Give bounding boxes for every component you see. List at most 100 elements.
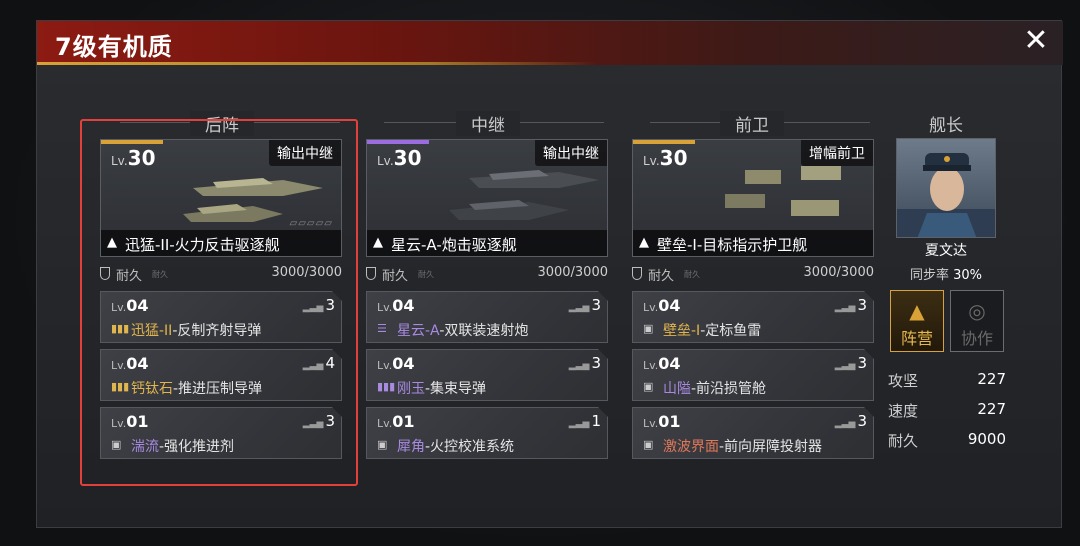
durability-value: 3000/3000 <box>803 265 874 280</box>
missile-icon: ▮▮▮ <box>111 380 130 393</box>
equip-name: 湍流-强化推进剂 <box>131 439 235 455</box>
durability-sub: 耐久 <box>418 270 434 279</box>
rank-bars-icon: ▂▃▅ <box>834 303 856 313</box>
ship-level: Lv.30 <box>643 146 688 170</box>
durability-row: 耐久 耐久 3000/3000 <box>632 265 874 284</box>
equipment-slot[interactable]: Lv.04 ▂▃▅ 3 ▣ 山隘-前沿损管舱 <box>632 349 874 401</box>
ship-name-bar: ▲ 壁垒-I-目标指示护卫舰 <box>633 230 873 256</box>
module-icon: ▣ <box>111 438 122 451</box>
rank-bars-icon: ▂▃▅ <box>834 419 856 429</box>
module-icon: ▣ <box>643 438 654 451</box>
equip-level: Lv.01 <box>377 412 415 431</box>
equip-rank: ▂▃▅ 4 <box>302 354 335 372</box>
rarity-stripe <box>367 140 429 144</box>
captain-name: 夏文达 <box>925 243 967 259</box>
equip-level: Lv.04 <box>377 354 415 373</box>
equip-name: 壁垒-I-定标鱼雷 <box>663 323 762 339</box>
durability-sub: 耐久 <box>152 270 168 279</box>
equip-level: Lv.04 <box>643 354 681 373</box>
ship-pips: ▱▱▱▱▱ <box>289 218 333 229</box>
equip-name: 犀角-火控校准系统 <box>397 439 515 455</box>
ship-class-icon: ▲ <box>373 235 383 250</box>
stat-row: 速度 227 <box>888 400 1006 420</box>
ship-art <box>449 170 599 220</box>
durability-label: 耐久 <box>648 269 675 284</box>
equip-name: 星云-A-双联装速射炮 <box>397 323 529 339</box>
ship-card-vanguard[interactable]: Lv.30 增幅前卫 ▲ 壁垒-I-目标指示护卫舰 <box>632 139 874 257</box>
faction-icon: ▲ <box>909 299 925 323</box>
page-title: 7级有机质 <box>55 33 173 61</box>
missile-icon: ▮▮▮ <box>377 380 396 393</box>
close-icon[interactable]: ✕ <box>1021 26 1051 57</box>
rank-bars-icon: ▂▃▅ <box>302 303 324 313</box>
durability-row: 耐久 耐久 3000/3000 <box>100 265 342 284</box>
missile-icon: ▮▮▮ <box>111 322 130 335</box>
equip-name: 山隘-前沿损管舱 <box>663 381 767 397</box>
ship-name: 迅猛-II-火力反击驱逐舰 <box>125 236 280 254</box>
captain-portrait[interactable] <box>896 138 996 238</box>
rank-bars-icon: ▂▃▅ <box>568 303 590 313</box>
equip-rank: ▂▃▅ 3 <box>568 354 601 372</box>
ship-art <box>725 166 841 216</box>
ship-class-icon: ▲ <box>107 235 117 250</box>
equip-level: Lv.01 <box>643 412 681 431</box>
equip-name: 激波界面-前向屏障投射器 <box>663 439 823 455</box>
equip-rank: ▂▃▅ 3 <box>568 296 601 314</box>
equipment-slot[interactable]: Lv.04 ▂▃▅ 3 ▮▮▮ 迅猛-II-反制齐射导弹 <box>100 291 342 343</box>
durability-sub: 耐久 <box>684 270 700 279</box>
equip-rank: ▂▃▅ 3 <box>834 354 867 372</box>
equip-rank: ▂▃▅ 3 <box>834 412 867 430</box>
equipment-slot[interactable]: Lv.01 ▂▃▅ 3 ▣ 激波界面-前向屏障投射器 <box>632 407 874 459</box>
title-stripe <box>37 62 597 65</box>
ship-name-bar: ▲ 迅猛-II-火力反击驱逐舰 <box>101 230 341 256</box>
rank-bars-icon: ▂▃▅ <box>568 419 590 429</box>
ship-name-bar: ▲ 星云-A-炮击驱逐舰 <box>367 230 607 256</box>
equip-level: Lv.04 <box>111 354 149 373</box>
rank-bars-icon: ▂▃▅ <box>568 361 590 371</box>
equip-name: 刚玉-集束导弹 <box>397 381 487 397</box>
cannon-icon: ☰ <box>377 322 387 335</box>
rarity-stripe <box>101 140 163 144</box>
ship-level: Lv.30 <box>111 146 156 170</box>
ship-name: 星云-A-炮击驱逐舰 <box>391 236 517 254</box>
column-header-vanguard: 前卫 <box>720 111 784 136</box>
equipment-slot[interactable]: Lv.01 ▂▃▅ 1 ▣ 犀角-火控校准系统 <box>366 407 608 459</box>
equipment-slot[interactable]: Lv.04 ▂▃▅ 3 ☰ 星云-A-双联装速射炮 <box>366 291 608 343</box>
ship-name: 壁垒-I-目标指示护卫舰 <box>657 236 808 254</box>
sync-rate: 同步率 30% <box>909 268 983 283</box>
durability-row: 耐久 耐久 3000/3000 <box>366 265 608 284</box>
equipment-slot[interactable]: Lv.04 ▂▃▅ 4 ▮▮▮ 钙钛石-推进压制导弹 <box>100 349 342 401</box>
stat-row: 攻坚 227 <box>888 370 1006 390</box>
equipment-slot[interactable]: Lv.04 ▂▃▅ 3 ▣ 壁垒-I-定标鱼雷 <box>632 291 874 343</box>
equip-name: 迅猛-II-反制齐射导弹 <box>131 323 262 339</box>
shield-icon <box>366 267 376 280</box>
cooperation-label: 协作 <box>960 329 993 348</box>
ship-card-relay[interactable]: Lv.30 输出中继 ▲ 星云-A-炮击驱逐舰 <box>366 139 608 257</box>
equip-level: Lv.04 <box>643 296 681 315</box>
stat-row: 耐久 9000 <box>888 430 1006 450</box>
column-header-captain: 舰长 <box>929 116 963 136</box>
rank-bars-icon: ▂▃▅ <box>302 361 324 371</box>
avatar <box>897 153 995 237</box>
equip-level: Lv.04 <box>111 296 149 315</box>
column-header-relay: 中继 <box>456 111 520 136</box>
rank-bars-icon: ▂▃▅ <box>302 419 324 429</box>
rarity-stripe <box>633 140 695 144</box>
durability-label: 耐久 <box>382 269 409 284</box>
ship-card-rear[interactable]: Lv.30 输出中继 ▱▱▱▱▱ ▲ 迅猛-II-火力反击驱逐舰 <box>100 139 342 257</box>
game-screen: 7级有机质 ✕ 后阵 中继 前卫 舰长 Lv.30 输出中继 ▱▱▱▱▱ ▲ 迅… <box>0 0 1080 546</box>
shield-icon <box>100 267 110 280</box>
faction-button[interactable]: ▲ 阵营 <box>890 290 944 352</box>
cooperation-button[interactable]: ◎ 协作 <box>950 290 1004 352</box>
cooperation-icon: ◎ <box>968 299 986 323</box>
equipment-slot[interactable]: Lv.01 ▂▃▅ 3 ▣ 湍流-强化推进剂 <box>100 407 342 459</box>
module-icon: ▣ <box>643 380 654 393</box>
equip-rank: ▂▃▅ 3 <box>302 412 335 430</box>
equip-rank: ▂▃▅ 3 <box>834 296 867 314</box>
ship-level: Lv.30 <box>377 146 422 170</box>
equip-rank: ▂▃▅ 3 <box>302 296 335 314</box>
equipment-slot[interactable]: Lv.04 ▂▃▅ 3 ▮▮▮ 刚玉-集束导弹 <box>366 349 608 401</box>
equip-rank: ▂▃▅ 1 <box>568 412 601 430</box>
title-bar: 7级有机质 ✕ <box>37 21 1063 65</box>
module-icon: ▣ <box>377 438 388 451</box>
